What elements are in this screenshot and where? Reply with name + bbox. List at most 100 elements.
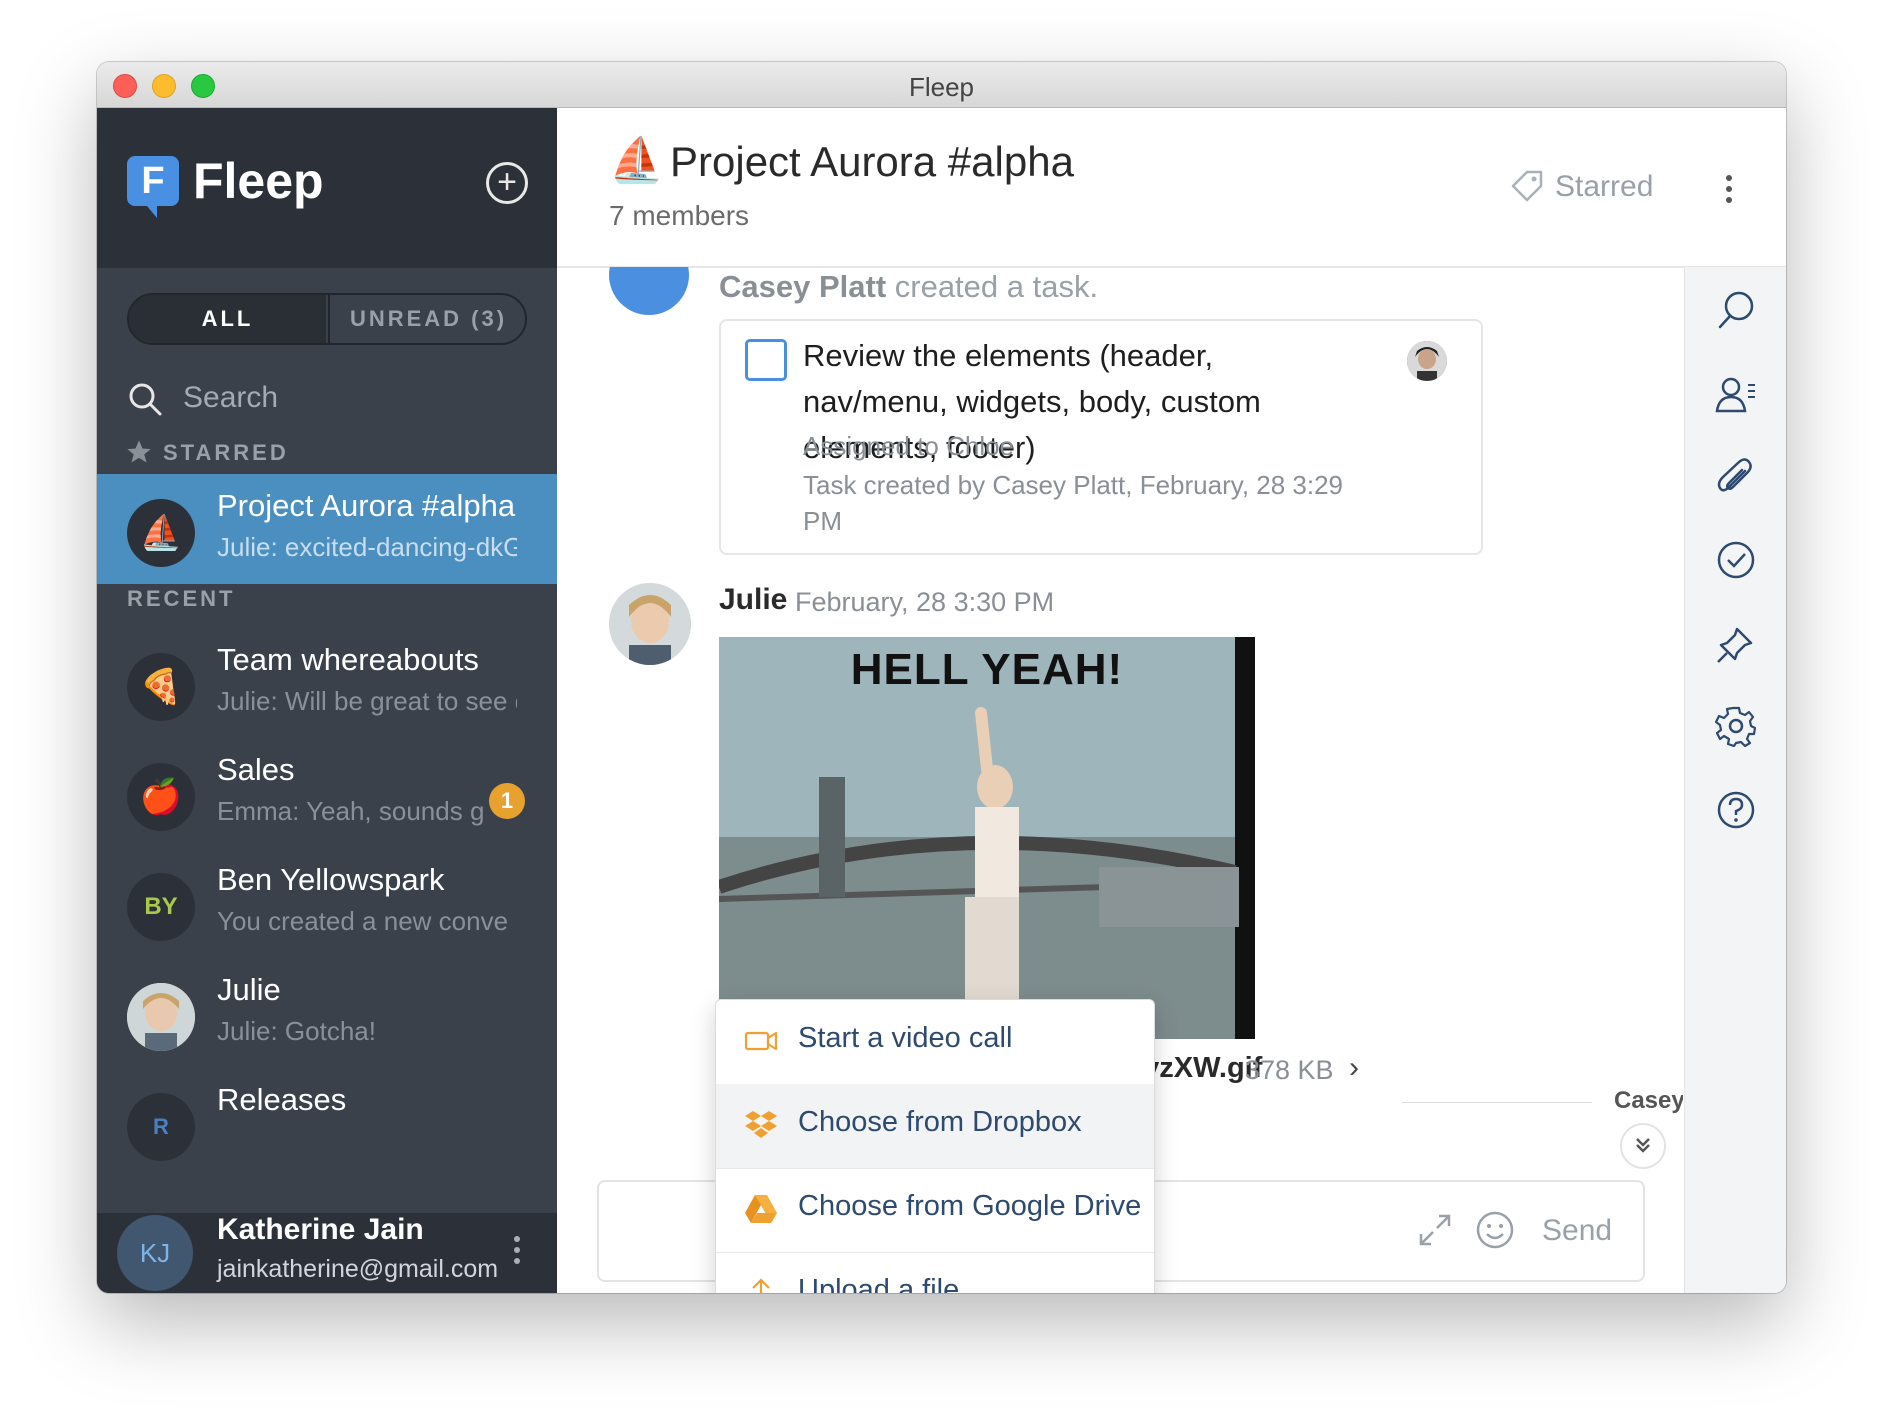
menu-item-label: Choose from Dropbox (798, 1106, 1082, 1138)
pizza-icon: 🍕 (127, 653, 195, 721)
user-menu-icon[interactable] (513, 1235, 521, 1265)
paperclip-icon[interactable] (1715, 457, 1757, 499)
tag-icon (1511, 170, 1543, 202)
sidebar: F Fleep + ALL UNREAD (3) Search STARRED … (97, 108, 557, 1293)
avatar-initials: R (127, 1093, 195, 1161)
assignee-avatar (1407, 341, 1447, 381)
task-author-name: Casey Platt (719, 269, 887, 304)
right-toolbar (1684, 267, 1786, 1293)
read-marker-line (1402, 1102, 1592, 1103)
conversation-preview: Julie: Gotcha! (217, 1016, 376, 1046)
dropbox-icon (745, 1111, 777, 1138)
task-event-action: created a task. (886, 269, 1099, 304)
gif-scene (719, 637, 1255, 1039)
conversation-title: Team whereabouts (217, 642, 479, 677)
send-button[interactable]: Send (1542, 1214, 1612, 1248)
pin-icon[interactable] (1715, 623, 1757, 665)
conversation-item-sales[interactable]: 🍎 Sales Emma: Yeah, sounds g 1 (97, 738, 557, 848)
sidebar-search[interactable]: Search (127, 373, 527, 423)
conversation-header: ⛵ Project Aurora #alpha 7 members Starre… (557, 108, 1786, 268)
sailboat-icon: ⛵ (127, 499, 195, 567)
attach-menu: Start a video call Choose from Dropbox C… (715, 999, 1155, 1293)
conversation-preview: Julie: excited-dancing-dkG (217, 532, 517, 562)
task-card[interactable]: Review the elements (header, nav/menu, w… (719, 319, 1483, 555)
chevron-right-icon[interactable]: › (1349, 1051, 1359, 1085)
member-count[interactable]: 7 members (609, 200, 749, 232)
task-created-text: Task created by Casey Platt, February, 2… (803, 470, 1344, 536)
read-marker-label: Casey (1614, 1087, 1683, 1114)
menu-item-video-call[interactable]: Start a video call (716, 1000, 1154, 1085)
new-conversation-button[interactable]: + (486, 162, 528, 204)
search-placeholder: Search (183, 381, 279, 414)
gear-icon[interactable] (1715, 705, 1757, 747)
app-logo-text: Fleep (193, 153, 324, 209)
scroll-to-bottom-button[interactable] (1620, 1123, 1666, 1169)
members-icon[interactable] (1715, 373, 1757, 415)
menu-item-label: Choose from Google Drive (798, 1190, 1142, 1222)
conversation-item-releases[interactable]: R Releases (97, 1068, 557, 1178)
message-timestamp: February, 28 3:30 PM (795, 587, 1055, 617)
message-author-avatar[interactable] (609, 583, 691, 665)
video-camera-icon (744, 1031, 778, 1051)
conversation-item-project-aurora[interactable]: ⛵ Project Aurora #alpha Julie: excited-d… (97, 474, 557, 584)
current-user-panel[interactable]: KJ Katherine Jain jainkatherine@gmail.co… (97, 1213, 557, 1293)
recent-section-label: RECENT (127, 586, 236, 611)
task-event-text: Casey Platt created a task. (719, 269, 1098, 305)
user-email: jainkatherine@gmail.com (217, 1255, 499, 1283)
conversation-title: Sales (217, 752, 295, 787)
conversation-item-julie[interactable]: Julie Julie: Gotcha! (97, 958, 557, 1068)
menu-item-google-drive[interactable]: Choose from Google Drive (716, 1168, 1154, 1253)
conversation-preview: You created a new conve (217, 906, 509, 936)
avatar-initials: BY (127, 873, 195, 941)
user-avatar: KJ (117, 1215, 193, 1291)
conversation-menu-icon[interactable] (1725, 174, 1733, 204)
app-window: Fleep F Fleep + ALL UNREAD (3) Search ST… (97, 62, 1786, 1293)
conversation-filter: ALL UNREAD (3) (127, 293, 527, 345)
sailboat-icon: ⛵ (609, 136, 664, 185)
expand-icon[interactable] (1417, 1212, 1453, 1248)
attachment-size: 378 KB (1245, 1055, 1334, 1085)
task-checkbox[interactable] (745, 339, 787, 381)
unread-badge: 1 (489, 783, 525, 819)
apple-icon: 🍎 (127, 763, 195, 831)
help-icon[interactable] (1715, 789, 1757, 831)
menu-item-label: Upload a file (798, 1274, 960, 1293)
menu-item-upload[interactable]: Upload a file (716, 1252, 1154, 1293)
upload-icon (752, 1278, 770, 1293)
gif-caption: HELL YEAH! (850, 645, 1124, 694)
filter-all-tab[interactable]: ALL (129, 295, 326, 343)
filter-unread-tab[interactable]: UNREAD (3) (328, 295, 525, 343)
menu-item-dropbox[interactable]: Choose from Dropbox (716, 1084, 1154, 1169)
task-author-avatar (609, 267, 689, 315)
user-name: Katherine Jain (217, 1213, 424, 1246)
conversation-title: Ben Yellowspark (217, 862, 445, 897)
task-assignee-text: Assigned to Chloe (803, 431, 1015, 461)
emoji-icon[interactable] (1475, 1210, 1515, 1250)
google-drive-icon (745, 1195, 777, 1223)
conversation-title: Julie (217, 972, 281, 1007)
gif-image[interactable]: HELL YEAH! (719, 637, 1255, 1039)
sidebar-header: F Fleep + (97, 108, 557, 268)
conversation-item-ben-yellowspark[interactable]: BY Ben Yellowspark You created a new con… (97, 848, 557, 958)
tasks-check-icon[interactable] (1715, 539, 1757, 581)
double-chevron-down-icon (1636, 1138, 1650, 1153)
conversation-item-team-whereabouts[interactable]: 🍕 Team whereabouts Julie: Will be great … (97, 628, 557, 738)
search-icon (129, 383, 162, 416)
starred-section-label: STARRED (163, 440, 289, 465)
title-bar: Fleep (97, 62, 1786, 108)
julie-photo-icon (127, 983, 195, 1051)
menu-item-label: Start a video call (798, 1022, 1013, 1054)
star-icon (127, 440, 151, 463)
window-title: Fleep (908, 72, 975, 102)
conversation-title: Project Aurora #alpha (217, 488, 516, 523)
message-author-name[interactable]: Julie (719, 583, 787, 617)
julie-photo-icon (609, 583, 691, 665)
search-icon[interactable] (1715, 289, 1757, 331)
conversation-preview: Emma: Yeah, sounds g (217, 796, 485, 826)
fleep-logo-icon: F (127, 156, 179, 218)
conversation-title: Releases (217, 1082, 347, 1117)
avatar (127, 983, 195, 1051)
conversation-preview: Julie: Will be great to see d (217, 686, 517, 716)
conversation-title: Project Aurora #alpha (670, 138, 1074, 185)
starred-label: Starred (1555, 170, 1654, 203)
